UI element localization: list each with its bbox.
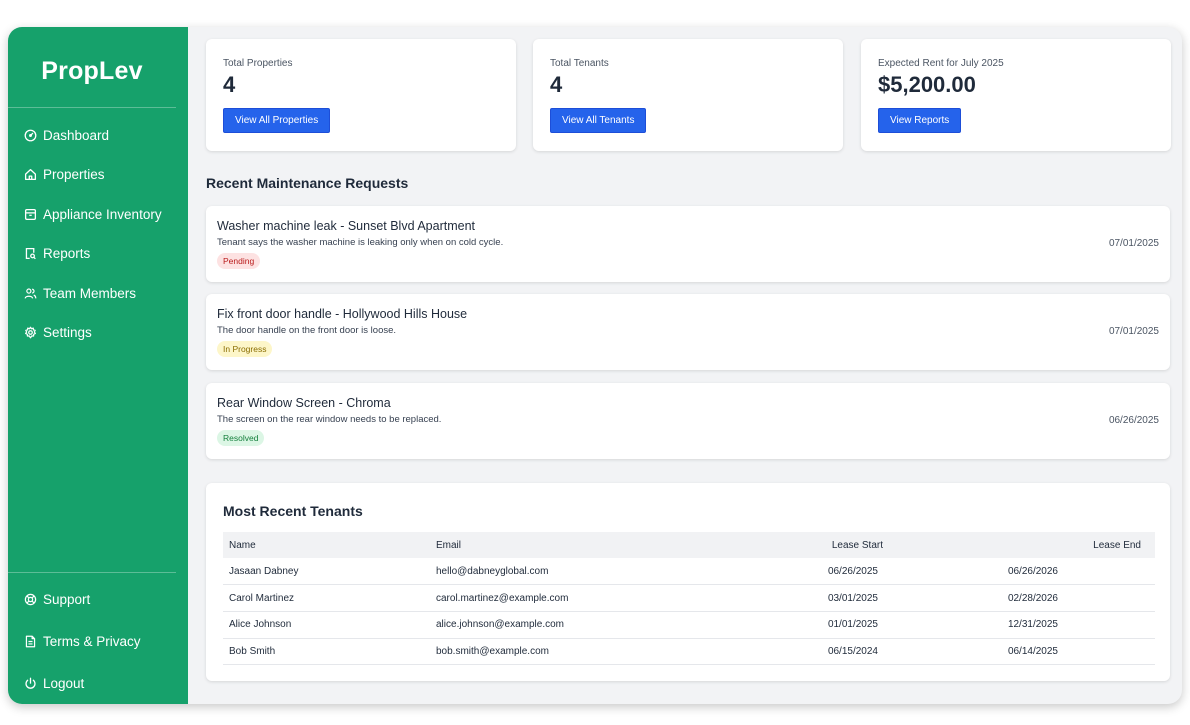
view-reports-button[interactable]: View Reports — [878, 108, 962, 133]
column-header-email: Email — [436, 539, 462, 551]
stat-value: $5,200.00 — [878, 72, 976, 97]
report-search-icon — [24, 247, 37, 260]
table-row[interactable]: Jasaan Dabney hello@dabneyglobal.com 06/… — [223, 558, 1155, 586]
lease-end: 12/31/2025 — [928, 611, 1155, 639]
gear-icon — [24, 326, 37, 339]
sidebar-footer-nav: Support Terms & Privacy Logout — [8, 589, 188, 704]
table-row[interactable]: Carol Martinez carol.martinez@example.co… — [223, 584, 1155, 612]
sidebar-item-label: Properties — [43, 167, 105, 183]
view-all-properties-button[interactable]: View All Properties — [223, 108, 331, 133]
stat-value: 4 — [223, 72, 236, 97]
request-date: 07/01/2025 — [1108, 326, 1159, 337]
stat-label: Expected Rent for July 2025 — [878, 58, 1004, 69]
sidebar-item-label: Settings — [43, 325, 92, 341]
tenant-email: hello@dabneyglobal.com — [430, 558, 730, 586]
sidebar-item-label: Team Members — [43, 285, 137, 301]
stat-card-properties: Total Properties 4 View All Properties — [206, 39, 516, 151]
stat-value: 4 — [550, 72, 563, 97]
archive-icon — [24, 208, 37, 221]
request-title: Washer machine leak - Sunset Blvd Apartm… — [217, 219, 475, 233]
sidebar-item-dashboard[interactable]: Dashboard — [8, 125, 188, 145]
lease-start: 01/01/2025 — [730, 611, 928, 639]
stat-label: Total Properties — [223, 58, 293, 69]
sidebar-item-label: Support — [43, 591, 91, 607]
lease-end: 06/26/2026 — [928, 558, 1155, 586]
tenant-email: carol.martinez@example.com — [430, 584, 730, 612]
sidebar-item-terms-privacy[interactable]: Terms & Privacy — [8, 631, 188, 651]
sidebar-item-appliance-inventory[interactable]: Appliance Inventory — [8, 204, 188, 224]
sidebar-item-label: Terms & Privacy — [43, 633, 141, 649]
table-row[interactable]: Alice Johnson alice.johnson@example.com … — [223, 611, 1155, 639]
table-row[interactable]: Bob Smith bob.smith@example.com 06/15/20… — [223, 638, 1155, 666]
stat-card-expected-rent: Expected Rent for July 2025 $5,200.00 Vi… — [861, 39, 1171, 151]
app-logo[interactable]: PropLev — [8, 57, 176, 86]
tenant-name: Bob Smith — [223, 638, 430, 666]
lease-start: 06/15/2024 — [730, 638, 928, 666]
maintenance-request[interactable]: Rear Window Screen - Chroma The screen o… — [206, 383, 1170, 459]
app-window: PropLev Dashboard Properties Appliance I… — [8, 27, 1182, 704]
status-badge: Pending — [217, 253, 261, 269]
tenant-email: bob.smith@example.com — [430, 638, 730, 666]
table-header-row: Name Email Lease Start Lease End — [223, 532, 1155, 558]
tenant-email: alice.johnson@example.com — [430, 611, 730, 639]
tenant-name: Jasaan Dabney — [223, 558, 430, 586]
maintenance-request[interactable]: Fix front door handle - Hollywood Hills … — [206, 294, 1170, 370]
sidebar-nav: Dashboard Properties Appliance Inventory… — [8, 125, 188, 363]
sidebar-item-label: Reports — [43, 246, 91, 262]
lease-start: 03/01/2025 — [730, 584, 928, 612]
request-description: The screen on the rear window needs to b… — [217, 414, 442, 425]
view-all-tenants-button[interactable]: View All Tenants — [550, 108, 647, 133]
sidebar-item-logout[interactable]: Logout — [8, 673, 188, 693]
sidebar-divider — [8, 107, 176, 108]
tenant-name: Alice Johnson — [223, 611, 430, 639]
status-badge: Resolved — [217, 430, 265, 446]
request-title: Rear Window Screen - Chroma — [217, 396, 391, 410]
power-icon — [24, 677, 37, 690]
request-description: Tenant says the washer machine is leakin… — [217, 237, 504, 248]
request-date: 06/26/2025 — [1108, 415, 1159, 426]
status-badge: In Progress — [217, 341, 273, 357]
recent-tenants-card: Most Recent Tenants Name Email Lease Sta… — [206, 483, 1170, 681]
lifebuoy-icon — [24, 593, 37, 606]
request-description: The door handle on the front door is loo… — [217, 325, 397, 336]
sidebar-item-settings[interactable]: Settings — [8, 323, 188, 343]
request-title: Fix front door handle - Hollywood Hills … — [217, 307, 468, 321]
section-title-tenants: Most Recent Tenants — [223, 503, 363, 519]
document-icon — [24, 635, 37, 648]
stat-card-tenants: Total Tenants 4 View All Tenants — [533, 39, 843, 151]
maintenance-request[interactable]: Washer machine leak - Sunset Blvd Apartm… — [206, 206, 1170, 282]
users-icon — [24, 287, 37, 300]
sidebar-item-reports[interactable]: Reports — [8, 244, 188, 264]
tenants-table: Name Email Lease Start Lease End Jasaan … — [223, 532, 1155, 666]
home-icon — [24, 168, 37, 181]
column-header-lease-start: Lease Start — [831, 539, 883, 551]
section-title-maintenance: Recent Maintenance Requests — [206, 175, 409, 191]
sidebar-item-label: Dashboard — [43, 127, 110, 143]
sidebar: PropLev Dashboard Properties Appliance I… — [8, 27, 188, 704]
sidebar-item-support[interactable]: Support — [8, 589, 188, 609]
lease-end: 06/14/2025 — [928, 638, 1155, 666]
sidebar-item-label: Appliance Inventory — [43, 206, 162, 222]
column-header-name: Name — [229, 539, 256, 551]
sidebar-item-properties[interactable]: Properties — [8, 165, 188, 185]
column-header-lease-end: Lease End — [1093, 539, 1141, 551]
dashboard-icon — [24, 129, 37, 142]
sidebar-divider — [8, 572, 176, 573]
sidebar-item-team-members[interactable]: Team Members — [8, 283, 188, 303]
lease-end: 02/28/2026 — [928, 584, 1155, 612]
tenant-name: Carol Martinez — [223, 584, 430, 612]
request-date: 07/01/2025 — [1108, 238, 1159, 249]
stat-label: Total Tenants — [550, 58, 609, 69]
main-content: Total Properties 4 View All Properties T… — [188, 27, 1182, 704]
sidebar-item-label: Logout — [43, 675, 85, 691]
lease-start: 06/26/2025 — [730, 558, 928, 586]
